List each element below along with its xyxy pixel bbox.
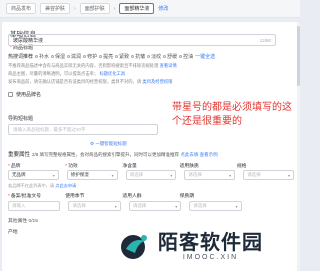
attr-label-effect: *功效: [65, 164, 78, 169]
record-no-input[interactable]: 请输入: [8, 201, 61, 211]
audience-select[interactable]: 请选择 ▾: [128, 201, 182, 211]
hot-chip[interactable]: 淡纹: [147, 53, 161, 60]
season-select[interactable]: 请选择 ▾: [68, 201, 121, 211]
brand-note: 若品牌不在此列表中，请 点此去申请: [8, 183, 77, 188]
hot-chip[interactable]: 保湿: [51, 53, 65, 60]
title-input[interactable]: 玻尿酸精华液 12/60: [8, 34, 276, 46]
breadcrumb-tab-publish[interactable]: 商品发布: [6, 3, 37, 14]
attribute-inputs-row1: 无品牌 ▾ 修护保湿 ▾ 请选择 ▾ 请选择 ▾ 请选择 ▾: [8, 170, 294, 180]
title-tool-link[interactable]: 标题优化工具: [99, 71, 125, 76]
apply-brand-link[interactable]: 点此去申请: [55, 183, 76, 188]
hot-chip[interactable]: 紧致: [115, 53, 129, 60]
red-annotation: 带星号的都是必须填写的这个还是很重要的: [172, 102, 292, 127]
hot-chip[interactable]: 补水: [35, 53, 49, 60]
net-content-select[interactable]: 请选择 ▾: [125, 170, 177, 180]
detail-link[interactable]: 查看详情: [160, 63, 177, 68]
effect-select[interactable]: 修护保湿 ▾: [66, 170, 118, 180]
guide-title-label: 导购短标题: [8, 116, 34, 122]
hot-chip[interactable]: 提亮: [99, 53, 113, 60]
attribute-labels-row1: *品牌 *功效 净含量 适用肤质 规格: [8, 162, 294, 169]
breadcrumb: 商品发布 兼容护肤 › 面部护肤 › 面部精华液 修改: [0, 0, 300, 18]
chevron-down-icon: ▾: [235, 203, 238, 209]
hint-line: 不推荐商品描述中含有与商品实际无关的内容，否则影响搜索且不排除违规处理 查看详情: [8, 63, 177, 68]
hot-chip[interactable]: 控油: [179, 53, 193, 60]
brand-name-checkbox-label: 使用品牌名: [16, 92, 42, 98]
attr-label-record-no: *备案/批准文号: [8, 194, 41, 199]
chevron-down-icon: ▾: [114, 203, 117, 209]
other-attributes-header: 其他属性 0/15: [8, 219, 38, 224]
hot-chip[interactable]: 舒缓: [163, 53, 177, 60]
skin-type-select[interactable]: 请选择 ▾: [184, 170, 236, 180]
attr-label-skin-type: 适用肤质: [179, 164, 199, 169]
attr-label-shelf-life: 保质期: [179, 194, 195, 199]
attr-label-season: 使用季节: [65, 194, 85, 199]
attr-label-net-content: 净含量: [122, 164, 137, 169]
brand-name-checkbox-row[interactable]: 使用品牌名: [8, 91, 41, 98]
title-value: 玻尿酸精华液: [13, 37, 44, 44]
guide-title-input[interactable]: 请输入商品短标题，最多不超过20字: [8, 124, 158, 135]
brand-select[interactable]: 无品牌 ▾: [8, 170, 59, 180]
watermark: 陌客软件园 IMOOC.XIN: [118, 224, 278, 268]
smart-title-link[interactable]: ⚙ 一键智能短标题: [90, 141, 127, 147]
attr-label-audience: 适用人群: [122, 194, 142, 199]
hot-chip[interactable]: 抗皱: [131, 53, 145, 60]
spec-select[interactable]: 请选择 ▾: [243, 170, 294, 180]
chevron-down-icon: ▾: [287, 172, 290, 178]
category-permission-link[interactable]: 类目及经营权限: [142, 79, 172, 84]
hint-line: 发布商品前，请先确认店铺是否有该类目的经营权限，类目不对的，请 类目及经营权限: [8, 79, 173, 84]
chevron-down-icon: ▾: [170, 172, 173, 178]
fill-attributes-link[interactable]: 点此去填: [180, 152, 198, 157]
edit-category-link[interactable]: 修改: [158, 5, 168, 12]
select-all-link[interactable]: 一键全选: [195, 53, 215, 60]
origin-label: 产地: [8, 230, 18, 235]
product-publish-page: 商品发布 兼容护肤 › 面部护肤 › 面部精华液 修改 基础信息 *商品标题 玻…: [0, 0, 300, 271]
chevron-down-icon: ▾: [229, 172, 232, 178]
scrollbar-thumb[interactable]: [297, 26, 300, 86]
watermark-title: 陌客软件园: [158, 231, 263, 254]
attr-label-brand: *品牌: [8, 164, 21, 169]
brand-name-checkbox[interactable]: [8, 92, 13, 97]
shelf-life-select[interactable]: 请选择 ▾: [189, 201, 242, 211]
breadcrumb-separator: ›: [113, 5, 116, 12]
breadcrumb-tab-category[interactable]: 兼容护肤: [40, 3, 71, 14]
hot-keywords-row: 热搜词推荐 补水 保湿 滋润 修护 提亮 紧致 抗皱 淡纹 舒缓 控油 一键全选: [8, 53, 215, 60]
attribute-labels-row2: *备案/批准文号 使用季节 适用人群 保质期: [8, 192, 294, 199]
hot-chip[interactable]: 滋润: [67, 53, 81, 60]
hint-line: 商品主图，尽量的清晰透明，可以提高点击率； 标题优化工具: [8, 71, 126, 76]
breadcrumb-tab-subcategory[interactable]: 面部护肤: [79, 3, 110, 14]
view-example-link[interactable]: 查看示例: [200, 152, 218, 157]
watermark-domain: IMOOC.XIN: [182, 253, 239, 261]
chevron-down-icon: ▾: [52, 172, 55, 178]
hot-chip[interactable]: 修护: [83, 53, 97, 60]
breadcrumb-tab-current[interactable]: 面部精华液: [119, 3, 155, 14]
chevron-down-icon: ▾: [175, 203, 178, 209]
attr-label-spec: 规格: [236, 164, 247, 169]
attribute-inputs-row2: 请输入 请选择 ▾ 请选择 ▾ 请选择 ▾: [8, 201, 294, 211]
hot-keywords-label: 热搜词推荐: [8, 54, 34, 60]
watermark-logo-icon: [121, 235, 147, 259]
chevron-down-icon: ▾: [111, 172, 114, 178]
breadcrumb-separator: ›: [74, 5, 76, 12]
important-attributes-header: 重要属性 2/8 填写完整规格属性，会对商品的搜索引擎提升，同时可以更加精准推荐 …: [8, 152, 218, 158]
smart-icon: ⚙: [90, 141, 95, 146]
title-char-count: 12/60: [259, 37, 271, 43]
